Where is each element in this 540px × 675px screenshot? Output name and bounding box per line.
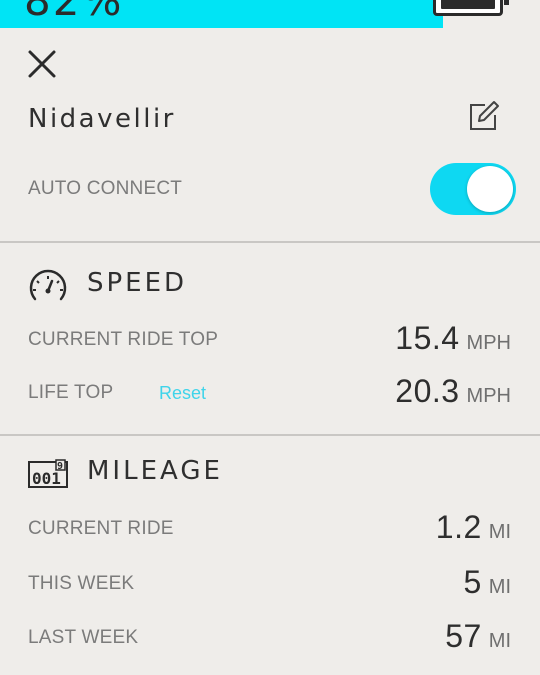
toggle-knob	[467, 166, 513, 212]
current-ride-label: CURRENT RIDE	[28, 518, 174, 539]
value-number: 15.4	[395, 320, 460, 356]
current-ride-value: 1.2 MI	[436, 509, 511, 546]
speedometer-icon	[29, 269, 67, 301]
value-number: 1.2	[435, 509, 482, 545]
speed-section-icon	[26, 268, 70, 304]
this-week-value: 5 MI	[463, 564, 511, 601]
value-number: 5	[463, 564, 482, 600]
current-ride-top-value: 15.4 MPH	[395, 320, 511, 357]
battery-icon	[433, 0, 509, 16]
current-ride-top-label: CURRENT RIDE TOP	[28, 329, 219, 350]
this-week-label: THIS WEEK	[28, 573, 135, 594]
life-top-label: LIFE TOP	[28, 382, 114, 403]
divider	[0, 434, 540, 436]
reset-link[interactable]: Reset	[159, 383, 206, 404]
auto-connect-toggle[interactable]	[430, 163, 516, 215]
value-number: 20.3	[395, 373, 460, 409]
value-unit: MI	[488, 576, 511, 598]
value-unit: MI	[488, 630, 511, 652]
value-unit: MPH	[466, 385, 511, 407]
mileage-section-title: MILEAGE	[87, 456, 223, 486]
battery-percent: 82%	[24, 0, 124, 25]
value-unit: MPH	[466, 332, 511, 354]
value-number: 57	[445, 618, 482, 654]
battery-status-bar: 82%	[0, 0, 540, 28]
close-button[interactable]	[24, 46, 60, 82]
value-unit: MI	[488, 521, 511, 543]
edit-icon	[470, 101, 499, 130]
auto-connect-label: AUTO CONNECT	[28, 178, 183, 199]
last-week-label: LAST WEEK	[28, 627, 139, 648]
device-name: Nidavellir	[28, 104, 176, 134]
last-week-value: 57 MI	[445, 618, 511, 655]
odometer-icon: 001 9	[28, 459, 68, 488]
life-top-value: 20.3 MPH	[395, 373, 511, 410]
mileage-section-icon: 001 9	[26, 456, 70, 492]
speed-section-title: SPEED	[87, 268, 188, 298]
close-icon	[28, 50, 56, 78]
divider	[0, 241, 540, 243]
svg-text:9: 9	[57, 461, 63, 472]
edit-name-button[interactable]	[466, 98, 502, 134]
